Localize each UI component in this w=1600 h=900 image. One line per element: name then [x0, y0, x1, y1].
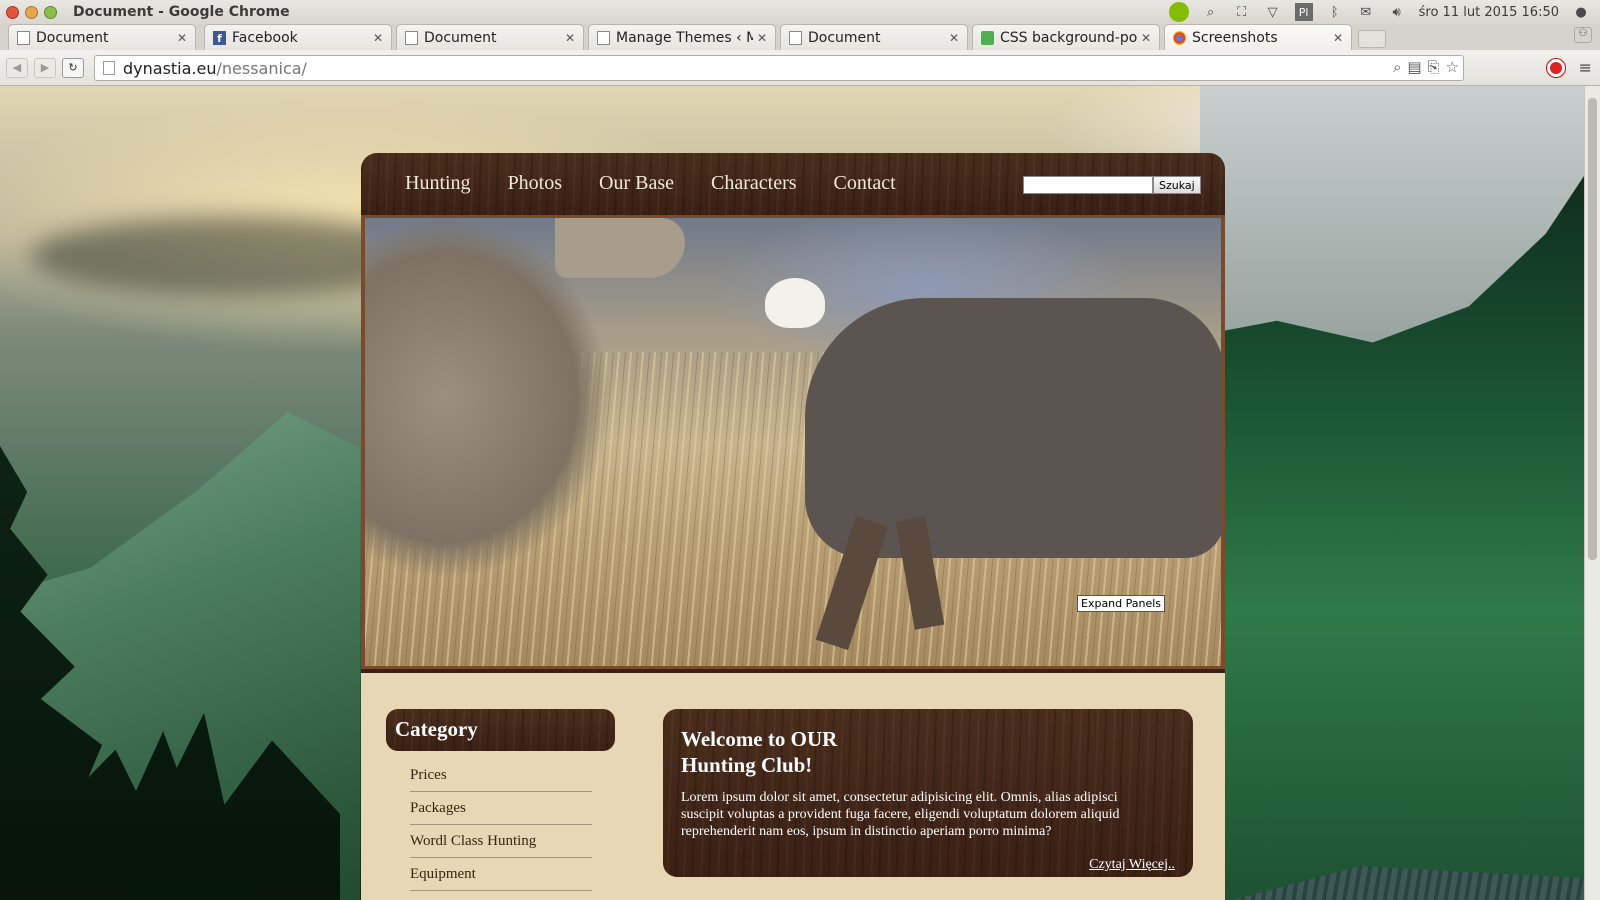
deer-left [365, 218, 695, 666]
welcome-title-line2: Hunting Club! [681, 753, 813, 777]
back-button[interactable]: ◀ [6, 57, 28, 78]
facebook-icon: f [213, 30, 226, 45]
search-input[interactable] [1023, 176, 1153, 194]
page-viewport: Hunting Photos Our Base Characters Conta… [0, 86, 1584, 900]
close-icon[interactable]: ✕ [1141, 31, 1151, 45]
deer-left-head [555, 218, 685, 278]
dropbox-icon[interactable]: ⛶ [1233, 3, 1251, 21]
document-icon [789, 30, 802, 45]
nav-characters[interactable]: Characters [711, 172, 797, 195]
wifi-icon[interactable]: ▽ [1264, 3, 1282, 21]
url-path: /nessanica/ [216, 58, 307, 78]
screenshots-icon [1173, 30, 1186, 45]
site-search: Szukaj [1023, 176, 1201, 194]
tab-label: Document [808, 29, 881, 46]
page-scrollbar[interactable] [1584, 86, 1600, 900]
read-more-link[interactable]: Czytaj Więcej.. [1089, 857, 1175, 873]
tab-label: CSS background-pos [1000, 29, 1137, 46]
nav-photos[interactable]: Photos [508, 172, 562, 195]
window-title: Document - Google Chrome [73, 4, 290, 20]
category-header: Category [386, 709, 615, 751]
nav-hunting[interactable]: Hunting [405, 172, 471, 195]
browser-tab[interactable]: CSS background-pos ✕ [972, 24, 1160, 50]
volume-icon[interactable]: 🔊︎ [1388, 3, 1406, 21]
new-tab-button[interactable] [1358, 30, 1386, 48]
welcome-title-line1: Welcome to OUR [681, 727, 838, 751]
extension-icon[interactable] [1546, 58, 1565, 77]
css-tricks-icon [981, 30, 994, 45]
close-icon[interactable]: ✕ [373, 31, 383, 45]
menu-icon[interactable]: ≡ [1579, 58, 1592, 77]
category-item-packages[interactable]: Packages [410, 792, 592, 825]
zoom-icon[interactable]: ⌕ [1393, 58, 1401, 76]
tab-label: Facebook [232, 29, 298, 46]
tab-label: Document [36, 29, 109, 46]
nav-our-base[interactable]: Our Base [599, 172, 674, 195]
apple-menu-icon[interactable]: ● [1572, 3, 1590, 21]
tab-label: Document [424, 29, 497, 46]
document-icon [405, 30, 418, 45]
omnibox-icons: ⌕ ▤ ⎘ ☆ [1393, 58, 1459, 76]
tab-label: Screenshots [1192, 29, 1278, 46]
browser-tab[interactable]: Document ✕ [780, 24, 968, 50]
toolbar-right: ≡ [1546, 58, 1592, 77]
website-container: Hunting Photos Our Base Characters Conta… [361, 153, 1225, 900]
site-header: Hunting Photos Our Base Characters Conta… [361, 153, 1225, 215]
window-minimize-button[interactable] [25, 5, 38, 19]
page-icon [103, 61, 115, 75]
reload-button[interactable]: ↻ [62, 57, 84, 78]
translate-icon[interactable]: ⎘ [1428, 58, 1440, 76]
profile-icon[interactable]: ⚇ [1574, 27, 1592, 43]
search-button[interactable]: Szukaj [1153, 176, 1201, 194]
forward-button[interactable]: ▶ [34, 57, 56, 78]
browser-tab[interactable]: Manage Themes ‹ M ✕ [588, 24, 776, 50]
welcome-text: Lorem ipsum dolor sit amet, consectetur … [681, 790, 1120, 839]
document-icon [17, 30, 30, 45]
bookmark-star-icon[interactable]: ☆ [1446, 58, 1459, 76]
welcome-title: Welcome to OUR Hunting Club! [681, 726, 941, 778]
url-domain: dynastia.eu [123, 58, 217, 78]
keyboard-layout-indicator[interactable]: Pl [1294, 3, 1313, 21]
close-icon[interactable]: ✕ [1333, 31, 1343, 45]
deer-tail [765, 278, 825, 328]
category-item-world-class-hunting[interactable]: Wordl Class Hunting [410, 825, 592, 858]
browser-tab[interactable]: f Facebook ✕ [204, 24, 392, 50]
address-bar[interactable]: dynastia.eu /nessanica/ ⌕ ▤ ⎘ ☆ [94, 55, 1464, 81]
content-area: Category Prices Packages Wordl Class Hun… [361, 673, 1225, 900]
window-close-button[interactable] [6, 5, 19, 19]
category-item-prices[interactable]: Prices [410, 759, 592, 792]
browser-tab[interactable]: Document ✕ [8, 24, 196, 50]
clock[interactable]: śro 11 lut 2015 16:50 [1419, 5, 1559, 20]
browser-tab[interactable]: Document ✕ [396, 24, 584, 50]
browser-toolbar: ◀ ▶ ↻ dynastia.eu /nessanica/ ⌕ ▤ ⎘ ☆ ≡ [0, 50, 1600, 86]
rss-icon[interactable]: ▤ [1407, 58, 1421, 76]
category-item-equipment[interactable]: Equipment [410, 858, 592, 891]
mail-icon[interactable]: ✉ [1357, 3, 1375, 21]
search-icon[interactable]: ⌕ [1202, 3, 1220, 21]
browser-tab-active[interactable]: Screenshots ✕ [1164, 24, 1352, 50]
category-list: Prices Packages Wordl Class Hunting Equi… [410, 759, 592, 891]
close-icon[interactable]: ✕ [177, 31, 187, 45]
bluetooth-icon[interactable]: ᛒ [1326, 3, 1344, 21]
system-tray: ⌕ ⛶ ▽ Pl ᛒ ✉ 🔊︎ śro 11 lut 2015 16:50 ● [1168, 0, 1590, 24]
hero-image: Expand Panels [365, 218, 1221, 666]
expand-panels-button[interactable]: Expand Panels [1077, 595, 1166, 612]
close-icon[interactable]: ✕ [565, 31, 575, 45]
welcome-panel: Welcome to OUR Hunting Club! Lorem ipsum… [663, 709, 1193, 877]
document-icon [597, 30, 610, 45]
spotify-icon[interactable] [1168, 2, 1189, 22]
category-title: Category [395, 717, 478, 741]
scrollbar-thumb[interactable] [1588, 98, 1597, 560]
tab-strip: Document ✕ f Facebook ✕ Document ✕ Manag… [0, 24, 1600, 50]
close-icon[interactable]: ✕ [757, 31, 767, 45]
main-nav: Hunting Photos Our Base Characters Conta… [405, 172, 896, 195]
os-top-bar: Document - Google Chrome ⌕ ⛶ ▽ Pl ᛒ ✉ 🔊︎… [0, 0, 1600, 24]
window-maximize-button[interactable] [44, 5, 57, 19]
close-icon[interactable]: ✕ [949, 31, 959, 45]
window-controls [0, 5, 57, 19]
tab-label: Manage Themes ‹ M [616, 29, 753, 46]
nav-contact[interactable]: Contact [834, 172, 896, 195]
hero-frame: Expand Panels [361, 215, 1225, 669]
